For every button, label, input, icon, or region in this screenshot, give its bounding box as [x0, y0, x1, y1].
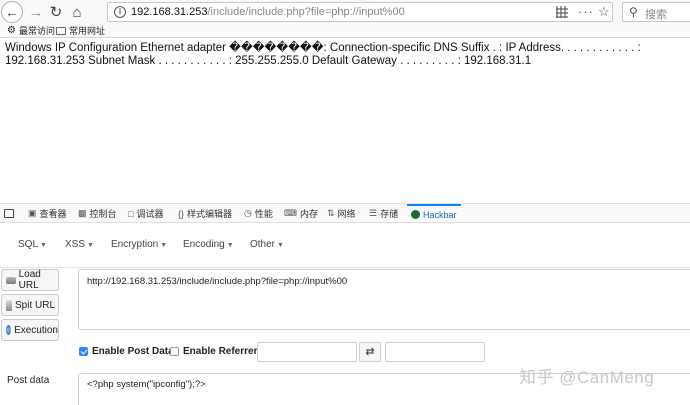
caret-down-icon: ▼	[277, 242, 284, 249]
tab-inspector[interactable]: ▣ 查看器	[28, 204, 67, 223]
swap-button[interactable]: ⇄	[359, 342, 381, 362]
tab-label: 内存	[300, 209, 319, 219]
menu-label: Encryption	[111, 239, 159, 250]
page-actions-icon[interactable]: ···	[578, 4, 594, 19]
bookmark-common-sites[interactable]: 常用网址	[56, 24, 105, 37]
caret-down-icon: ▼	[160, 242, 168, 249]
load-icon	[6, 276, 16, 284]
tab-memory[interactable]: ⌨ 内存	[284, 204, 318, 223]
post-data-label: Post data	[7, 375, 50, 386]
search-box[interactable]: ⚲ 搜索	[622, 2, 690, 22]
element-picker-icon[interactable]	[4, 209, 14, 218]
bookmarks-toolbar: ⚙ 最常访问 常用网址	[0, 24, 690, 38]
tab-label: 存储	[380, 209, 399, 219]
braces-icon: {}	[178, 208, 185, 219]
hackbar-icon	[411, 210, 420, 219]
referrer-input[interactable]	[257, 342, 357, 362]
tab-label: 查看器	[39, 209, 67, 219]
button-label: Spit URL	[15, 299, 56, 311]
tab-label: Hackbar	[423, 209, 457, 220]
enable-post-checkbox[interactable]	[79, 347, 88, 356]
execute-button[interactable]: Execution	[1, 319, 59, 341]
enable-post-option[interactable]: Enable Post Data	[79, 346, 174, 357]
split-icon	[6, 299, 12, 311]
menu-label: SQL	[18, 239, 39, 250]
tab-console[interactable]: ▩ 控制台	[78, 204, 117, 223]
menu-label: Other	[250, 239, 276, 250]
tab-storage[interactable]: ☰ 存储	[369, 204, 398, 223]
performance-icon: ◷	[244, 208, 252, 218]
address-bar[interactable]: i 192.168.31.253/include/include.php?fil…	[107, 2, 613, 22]
tab-hackbar[interactable]: Hackbar	[407, 204, 461, 223]
network-icon: ⇅	[327, 208, 335, 218]
hackbar-menubar: SQL ▼ XSS ▼ Encryption ▼ Encoding ▼ Other ▼	[0, 224, 690, 268]
caret-down-icon: ▼	[40, 242, 47, 249]
devtools-tabbar: ▣ 查看器 ▩ 控制台 □ 调试器 {} 样式编辑器 ◷ 性能 ⌨ 内存 ⇅ 网络 ☰ 存储 H…	[0, 203, 690, 223]
load-url-button[interactable]: Load URL	[1, 269, 59, 291]
caret-down-icon: ▼	[87, 242, 94, 249]
menu-encryption[interactable]: Encryption ▼	[111, 239, 167, 250]
menu-xss[interactable]: XSS ▼	[65, 239, 94, 250]
search-icon: ⚲	[629, 5, 638, 19]
tab-performance[interactable]: ◷ 性能	[244, 204, 273, 223]
tab-debugger[interactable]: □ 调试器	[128, 204, 163, 223]
caret-down-icon: ▼	[226, 242, 234, 249]
bookmark-most-visited[interactable]: ⚙ 最常访问	[7, 24, 55, 37]
menu-encoding[interactable]: Encoding ▼	[183, 239, 234, 250]
bookmark-star-icon[interactable]: ☆	[598, 4, 610, 20]
browser-toolbar: ← → ↻ ⌂ i 192.168.31.253/include/include…	[0, 0, 690, 24]
tab-label: 样式编辑器	[187, 209, 233, 219]
back-arrow-icon[interactable]: ←	[1, 1, 23, 23]
console-icon: ▩	[78, 208, 87, 218]
enable-referrer-option[interactable]: Enable Referrer	[170, 346, 257, 357]
folder-icon	[56, 26, 66, 35]
tab-label: 网络	[337, 209, 356, 219]
bookmark-label: 最常访问	[18, 26, 55, 36]
menu-label: Encoding	[183, 239, 225, 250]
reload-icon[interactable]: ↻	[45, 1, 67, 23]
menu-label: XSS	[65, 239, 86, 250]
address-text[interactable]: 192.168.31.253/include/include.php?file=…	[131, 6, 405, 18]
execute-icon	[6, 325, 12, 335]
tab-label: 调试器	[136, 209, 164, 219]
menu-other[interactable]: Other ▼	[250, 239, 284, 250]
home-icon[interactable]: ⌂	[66, 1, 88, 23]
search-placeholder: 搜索	[645, 9, 667, 21]
enable-referrer-checkbox[interactable]	[170, 347, 179, 356]
gear-icon: ⚙	[7, 25, 16, 36]
button-label: Load URL	[18, 269, 41, 291]
enable-post-label: Enable Post Data	[92, 346, 174, 357]
tab-label: 控制台	[89, 209, 117, 219]
tab-network[interactable]: ⇅ 网络	[327, 204, 356, 223]
memory-icon: ⌨	[284, 208, 297, 218]
forward-arrow-icon[interactable]: →	[25, 1, 47, 23]
enable-referrer-label: Enable Referrer	[183, 346, 258, 357]
button-label: Execution	[14, 324, 58, 336]
inspector-icon: ▣	[28, 208, 37, 218]
bookmark-label: 常用网址	[69, 26, 106, 36]
info-icon[interactable]: i	[114, 6, 126, 18]
storage-icon: ☰	[369, 208, 378, 218]
page-output: Windows IP Configuration Ethernet adapte…	[5, 42, 641, 67]
split-url-button[interactable]: Spit URL	[1, 294, 59, 316]
watermark: 知乎 @CanMeng	[519, 368, 655, 387]
referrer-input-2[interactable]	[385, 342, 485, 362]
menu-sql[interactable]: SQL ▼	[18, 239, 47, 250]
debugger-icon: □	[128, 208, 134, 219]
tab-style-editor[interactable]: {} 样式编辑器	[178, 204, 232, 223]
hackbar-url-input[interactable]: http://192.168.31.253/include/include.ph…	[78, 269, 690, 330]
url-path: /include/include.php?file=php://input%00	[207, 6, 405, 18]
qr-code-icon[interactable]	[556, 6, 568, 18]
tab-label: 性能	[254, 209, 273, 219]
url-host: 192.168.31.253	[131, 6, 208, 18]
